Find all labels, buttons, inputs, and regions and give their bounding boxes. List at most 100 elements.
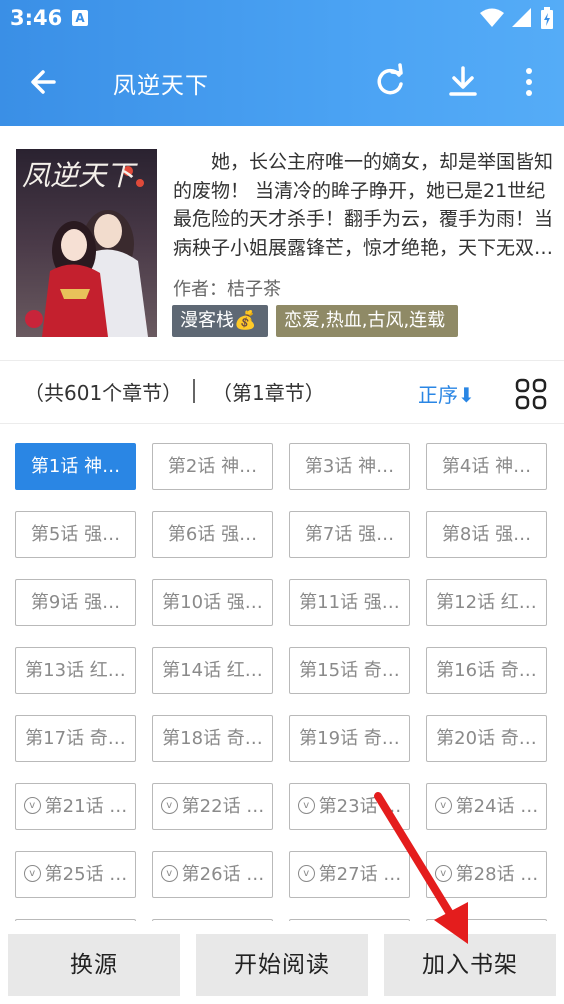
chapter-item[interactable]: 第4话 神… <box>426 443 547 490</box>
chapter-item[interactable]: 第1话 神… <box>15 443 136 490</box>
chapter-label: 第12话 红… <box>436 592 537 613</box>
chapter-label: 第5话 强… <box>30 524 121 545</box>
chapter-item[interactable]: v 第25话 … <box>15 851 136 898</box>
chapter-item[interactable]: v 第26话 … <box>152 851 273 898</box>
source-tag: 漫客栈💰 <box>172 305 268 337</box>
more-options-button[interactable] <box>512 62 546 102</box>
chapter-item[interactable]: 第2话 神… <box>152 443 273 490</box>
chapter-label: 第16话 奇… <box>436 660 537 681</box>
chapter-item[interactable]: v 第28话 … <box>426 851 547 898</box>
chapter-label: 第19话 奇… <box>299 728 400 749</box>
refresh-button[interactable] <box>370 62 410 102</box>
vip-icon: v <box>23 864 41 882</box>
refresh-icon <box>377 63 403 95</box>
chapter-item[interactable]: 第8话 强… <box>426 511 547 558</box>
chapter-item[interactable]: 第11话 强… <box>289 579 410 626</box>
chapter-item[interactable]: 第14话 红… <box>152 647 273 694</box>
book-author: 作者：桔子茶 <box>173 279 281 300</box>
vip-icon: v <box>434 796 452 814</box>
chapter-label: 第4话 神… <box>441 456 532 477</box>
chapter-label: 第20话 奇… <box>436 728 537 749</box>
chapter-label: 第1话 神… <box>30 456 121 477</box>
chapter-count: （共601个章节） <box>24 381 183 405</box>
switch-source-button[interactable]: 换源 <box>8 934 180 996</box>
chapter-label: 第23话 … <box>318 796 402 817</box>
battery-icon <box>541 7 553 29</box>
chapter-label: 第26话 … <box>181 864 265 885</box>
sort-order-button[interactable]: 正序⬇ <box>418 379 475 408</box>
chapter-label: 第22话 … <box>181 796 265 817</box>
chapter-item[interactable]: 第20话 奇… <box>426 715 547 762</box>
chapter-label: 第11话 强… <box>299 592 400 613</box>
notification-icon: A <box>72 10 88 26</box>
chapter-item[interactable]: 第3话 神… <box>289 443 410 490</box>
chapter-item[interactable]: 第9话 强… <box>15 579 136 626</box>
vip-icon: v <box>23 796 41 814</box>
vip-icon: v <box>434 864 452 882</box>
vip-icon: v <box>160 864 178 882</box>
genre-tag: 恋爱,热血,古风,连载 <box>276 305 458 337</box>
chapter-item[interactable]: 第12话 红… <box>426 579 547 626</box>
chapter-item[interactable]: 第19话 奇… <box>289 715 410 762</box>
chapter-item[interactable]: 第13话 红… <box>15 647 136 694</box>
chapter-label: 第10话 强… <box>162 592 263 613</box>
status-time: 3:46 <box>10 6 63 30</box>
status-bar: 3:46 A <box>0 0 564 38</box>
vip-icon: v <box>297 864 315 882</box>
chapter-item[interactable]: 第16话 奇… <box>426 647 547 694</box>
current-chapter: （第1章节） <box>212 381 325 405</box>
page-title: 凤逆天下 <box>113 73 209 99</box>
add-to-shelf-button[interactable]: 加入书架 <box>384 934 556 996</box>
status-icons <box>480 7 554 29</box>
chapter-item[interactable]: v 第27话 … <box>289 851 410 898</box>
signal-icon <box>512 8 531 27</box>
app-bar: 凤逆天下 <box>0 44 564 120</box>
grid-view-icon <box>515 378 547 410</box>
chapter-label: 第28话 … <box>455 864 539 885</box>
chapter-label: 第8话 强… <box>441 524 532 545</box>
header: 3:46 A 凤逆天下 <box>0 0 564 126</box>
chapter-item[interactable] <box>426 919 547 921</box>
divider <box>0 360 564 361</box>
vip-icon: v <box>297 796 315 814</box>
grid-view-button[interactable] <box>514 377 548 411</box>
chapter-label: 第21话 … <box>44 796 128 817</box>
chapter-item[interactable]: v 第24话 … <box>426 783 547 830</box>
chapter-item[interactable]: 第6话 强… <box>152 511 273 558</box>
divider <box>0 423 564 424</box>
separator <box>193 379 195 403</box>
back-button[interactable] <box>24 62 64 102</box>
chapter-label: 第24话 … <box>455 796 539 817</box>
chapter-label: 第27话 … <box>318 864 402 885</box>
chapter-label: 第15话 奇… <box>299 660 400 681</box>
chapter-item[interactable]: 第17话 奇… <box>15 715 136 762</box>
chapter-item[interactable]: v 第21话 … <box>15 783 136 830</box>
download-icon <box>449 66 477 96</box>
chapter-label: 第18话 奇… <box>162 728 263 749</box>
chapter-item[interactable]: v 第22话 … <box>152 783 273 830</box>
chapter-item[interactable] <box>152 919 273 921</box>
chapter-label: 第2话 神… <box>167 456 258 477</box>
cover-illustration: 凤逆天下 <box>16 149 157 337</box>
chapter-label: 第9话 强… <box>30 592 121 613</box>
vip-icon: v <box>160 796 178 814</box>
book-description: 她，长公主府唯一的嫡女，却是举国皆知的废物！ 当清冷的眸子睁开，她已是21世纪最… <box>173 151 553 259</box>
download-button[interactable] <box>443 62 483 102</box>
chapter-label: 第17话 奇… <box>25 728 126 749</box>
chapter-item[interactable]: 第18话 奇… <box>152 715 273 762</box>
chapter-item[interactable]: v 第23话 … <box>289 783 410 830</box>
chapter-label: 第25话 … <box>44 864 128 885</box>
chapter-label: 第3话 神… <box>304 456 395 477</box>
chapter-item[interactable]: 第5话 强… <box>15 511 136 558</box>
chapter-label: 第6话 强… <box>167 524 258 545</box>
chapter-item[interactable]: 第7话 强… <box>289 511 410 558</box>
start-reading-button[interactable]: 开始阅读 <box>196 934 368 996</box>
chapter-item[interactable]: 第10话 强… <box>152 579 273 626</box>
chapter-item[interactable] <box>15 919 136 921</box>
book-cover[interactable]: 凤逆天下 <box>16 149 157 337</box>
chapter-item[interactable] <box>289 919 410 921</box>
chapter-label: 第13话 红… <box>25 660 126 681</box>
wifi-icon <box>480 8 504 27</box>
cover-title: 凤逆天下 <box>22 159 138 192</box>
chapter-item[interactable]: 第15话 奇… <box>289 647 410 694</box>
